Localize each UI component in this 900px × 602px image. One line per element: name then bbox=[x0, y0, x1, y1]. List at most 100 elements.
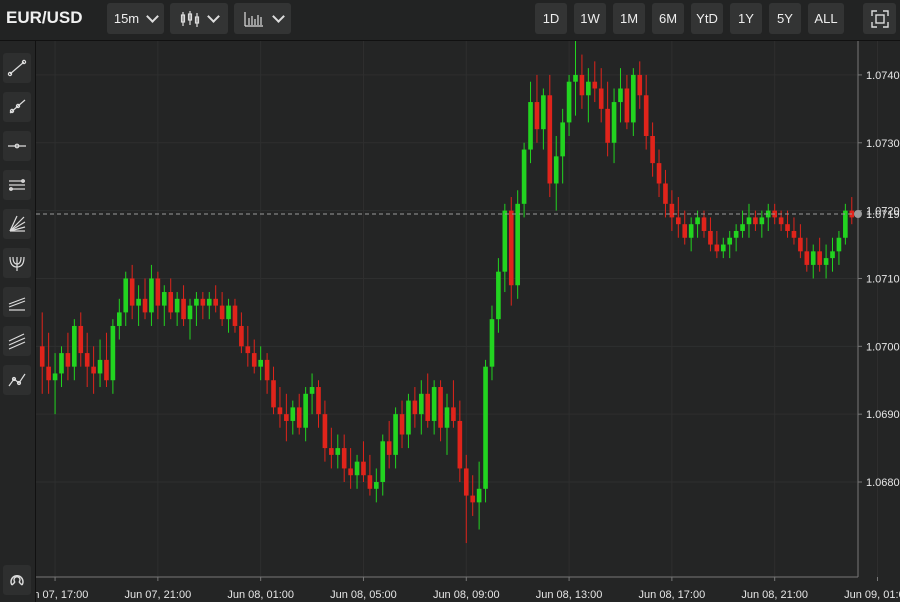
candle bbox=[329, 427, 334, 469]
interval-dropdown[interactable]: 15m bbox=[107, 3, 164, 34]
range-label: 1D bbox=[542, 11, 560, 26]
candle-body bbox=[354, 461, 360, 476]
range-ytd-button[interactable]: YtD bbox=[691, 3, 723, 34]
candle bbox=[316, 380, 321, 428]
candle bbox=[444, 393, 450, 455]
range-1d-button[interactable]: 1D bbox=[535, 3, 567, 34]
candle-body bbox=[451, 407, 456, 421]
indicators-dropdown[interactable] bbox=[234, 3, 291, 34]
tool-trend-line[interactable] bbox=[3, 53, 31, 83]
candle-body bbox=[438, 387, 443, 428]
candle bbox=[624, 74, 630, 130]
tool-regression[interactable] bbox=[3, 287, 31, 317]
candle-body bbox=[239, 325, 244, 347]
candle-body bbox=[418, 393, 424, 415]
fullscreen-button[interactable] bbox=[863, 3, 896, 34]
candle bbox=[592, 61, 598, 103]
range-all-button[interactable]: ALL bbox=[808, 3, 844, 34]
candle-body bbox=[611, 102, 617, 143]
candle bbox=[226, 298, 231, 333]
candle bbox=[367, 454, 373, 496]
candle-body bbox=[316, 387, 321, 415]
candle bbox=[129, 264, 135, 320]
candle bbox=[804, 237, 810, 272]
tool-multi-line[interactable] bbox=[3, 326, 31, 356]
candle bbox=[335, 434, 341, 469]
tool-fib-fan[interactable] bbox=[3, 209, 31, 239]
candle-body bbox=[110, 325, 116, 381]
candle bbox=[142, 278, 148, 320]
candle bbox=[836, 230, 842, 265]
candle-body bbox=[669, 203, 675, 218]
candle-body bbox=[52, 373, 58, 381]
candle-body bbox=[72, 325, 77, 367]
candle bbox=[541, 88, 546, 150]
candle bbox=[361, 441, 366, 483]
x-tick-label: Jun 09, 01:00 bbox=[844, 589, 900, 601]
candle bbox=[496, 258, 501, 333]
tool-ray[interactable] bbox=[3, 92, 31, 122]
x-tick-label: Jun 08, 05:00 bbox=[330, 589, 397, 601]
symbol-label: EUR/USD bbox=[6, 8, 83, 27]
candle-body bbox=[508, 210, 514, 286]
candle bbox=[566, 74, 572, 136]
tool-horizontal-line[interactable] bbox=[3, 131, 31, 161]
candle bbox=[46, 332, 51, 394]
range-1y-button[interactable]: 1Y bbox=[730, 3, 762, 34]
x-tick-label: Jun 08, 01:00 bbox=[227, 589, 294, 601]
chart-style-dropdown[interactable] bbox=[170, 3, 228, 34]
y-tick-label: 1.0700 bbox=[866, 341, 900, 353]
candle bbox=[714, 230, 720, 259]
range-label: 1M bbox=[619, 11, 639, 26]
range-label: YtD bbox=[696, 11, 718, 26]
candle bbox=[348, 448, 353, 489]
path-icon bbox=[8, 373, 26, 387]
candle-body bbox=[374, 482, 379, 489]
candle-body bbox=[161, 292, 167, 306]
range-1m-button[interactable]: 1M bbox=[613, 3, 645, 34]
tool-pitchfork[interactable] bbox=[3, 248, 31, 278]
range-6m-button[interactable]: 6M bbox=[652, 3, 684, 34]
candle-body bbox=[329, 448, 334, 455]
candle-body bbox=[251, 353, 257, 367]
candle bbox=[406, 393, 411, 449]
candle-body bbox=[560, 122, 565, 157]
tool-magnet[interactable] bbox=[3, 565, 31, 595]
tool-path[interactable] bbox=[3, 365, 31, 395]
candle-body bbox=[650, 135, 655, 164]
candle-body bbox=[335, 448, 341, 455]
horizontal-line-icon bbox=[8, 143, 26, 149]
candle bbox=[637, 61, 643, 109]
candle bbox=[258, 346, 263, 381]
candle bbox=[418, 380, 424, 435]
candle bbox=[309, 373, 315, 415]
candle-body bbox=[695, 217, 700, 225]
candle bbox=[296, 393, 302, 435]
candle bbox=[476, 461, 482, 530]
candle bbox=[91, 346, 96, 394]
candle-body bbox=[97, 359, 103, 374]
x-tick-label: Jun 08, 17:00 bbox=[639, 589, 706, 601]
candle bbox=[682, 210, 688, 245]
range-1w-button[interactable]: 1W bbox=[574, 3, 606, 34]
chevron-down-icon bbox=[207, 9, 220, 23]
ray-icon bbox=[9, 99, 26, 114]
candle bbox=[708, 217, 713, 252]
candle bbox=[200, 292, 206, 320]
candle bbox=[213, 285, 219, 313]
price-chart[interactable]: 1.06801.06901.07001.07101.07201.07301.07… bbox=[36, 41, 900, 602]
candle-body bbox=[817, 251, 822, 265]
candle bbox=[239, 312, 244, 354]
candle-body bbox=[496, 271, 501, 320]
candle-body bbox=[406, 400, 411, 435]
candle bbox=[206, 292, 212, 320]
candle-body bbox=[104, 359, 109, 381]
candle-body bbox=[637, 74, 643, 96]
tool-parallel-channel[interactable] bbox=[3, 170, 31, 200]
candle bbox=[823, 244, 829, 279]
range-5y-button[interactable]: 5Y bbox=[769, 3, 801, 34]
candles bbox=[39, 41, 855, 544]
candle-body bbox=[386, 441, 392, 455]
candle-body bbox=[213, 298, 219, 306]
candle-body bbox=[155, 278, 161, 306]
